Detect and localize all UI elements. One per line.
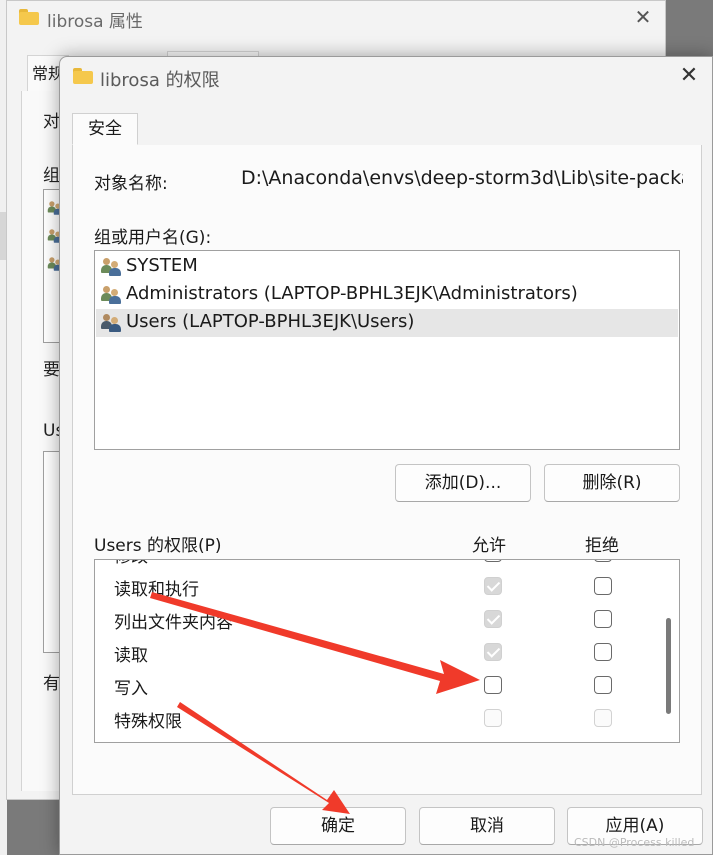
- deny-checkbox: [594, 709, 612, 727]
- group-label: 组或用户名(G):: [94, 228, 212, 248]
- allow-checkbox[interactable]: [484, 610, 502, 628]
- permission-name: 特殊权限: [114, 712, 182, 732]
- list-item-selected[interactable]: Users (LAPTOP-BPHL3EJK\Users): [96, 309, 678, 337]
- remove-button[interactable]: 删除(R): [544, 464, 680, 502]
- close-icon[interactable]: ✕: [678, 64, 700, 88]
- permission-name: 列出文件夹内容: [114, 613, 233, 633]
- user-list[interactable]: SYSTEM Administrators (LAPTOP-BPHL3EJK\A…: [94, 250, 680, 450]
- properties-title: librosa 属性: [47, 12, 143, 32]
- allow-checkbox[interactable]: [484, 577, 502, 595]
- permission-name: 读取: [114, 646, 148, 666]
- permission-row: 读取和执行: [95, 571, 679, 604]
- allow-checkbox[interactable]: [484, 643, 502, 661]
- user-name: Users (LAPTOP-BPHL3EJK\Users): [126, 311, 415, 332]
- user-name: SYSTEM: [126, 255, 198, 276]
- permission-row: 读取: [95, 637, 679, 670]
- folder-icon: [73, 68, 93, 84]
- permission-name: 读取和执行: [114, 580, 199, 600]
- bg-object-label: 对: [43, 112, 60, 132]
- deny-checkbox[interactable]: [594, 577, 612, 595]
- tab-bar: 安全: [72, 113, 702, 146]
- security-panel: 对象名称: D:\Anaconda\envs\deep-storm3d\Lib\…: [72, 145, 702, 795]
- permission-name: 写入: [114, 679, 148, 699]
- folder-icon: [19, 9, 39, 25]
- list-item[interactable]: SYSTEM: [96, 253, 678, 281]
- scrollbar-thumb[interactable]: [666, 618, 671, 714]
- object-name-value: D:\Anaconda\envs\deep-storm3d\Lib\site-p…: [241, 167, 683, 189]
- user-group-icon: [101, 313, 123, 333]
- cancel-button[interactable]: 取消: [419, 807, 555, 845]
- bg-require-label: 要: [43, 360, 60, 380]
- allow-checkbox[interactable]: [484, 676, 502, 694]
- add-button[interactable]: 添加(D)...: [395, 464, 531, 502]
- permission-row: 列出文件夹内容: [95, 604, 679, 637]
- permission-row: 写入: [95, 670, 679, 703]
- permission-name: 修改: [114, 560, 148, 567]
- ok-button[interactable]: 确定: [270, 807, 406, 845]
- permission-row: 特殊权限: [95, 703, 679, 736]
- deny-header: 拒绝: [585, 536, 619, 556]
- deny-checkbox[interactable]: [594, 610, 612, 628]
- properties-close-icon[interactable]: ✕: [632, 6, 654, 28]
- bg-group-label: 组: [43, 166, 60, 186]
- properties-titlebar: librosa 属性 ✕: [7, 1, 665, 35]
- list-item[interactable]: Administrators (LAPTOP-BPHL3EJK\Administ…: [96, 281, 678, 309]
- deny-checkbox[interactable]: [594, 643, 612, 661]
- allow-header: 允许: [472, 536, 506, 556]
- user-group-icon: [101, 257, 123, 277]
- tab-security[interactable]: 安全: [72, 113, 138, 145]
- watermark: CSDN @Process killed: [574, 836, 695, 849]
- deny-checkbox[interactable]: [594, 560, 612, 562]
- dialog-title: librosa 的权限: [100, 70, 220, 91]
- bg-has-label: 有: [43, 674, 60, 694]
- deny-checkbox[interactable]: [594, 676, 612, 694]
- permissions-header: Users 的权限(P): [94, 536, 222, 556]
- permissions-list: 修改 读取和执行 列出文件夹内容 读取 写入: [94, 559, 680, 743]
- permission-row: 修改: [95, 560, 679, 571]
- user-name: Administrators (LAPTOP-BPHL3EJK\Administ…: [126, 283, 578, 304]
- permissions-dialog: librosa 的权限 ✕ 安全 对象名称: D:\Anaconda\envs\…: [59, 56, 713, 855]
- scrollbar[interactable]: [661, 560, 677, 742]
- allow-checkbox[interactable]: [484, 560, 502, 562]
- object-name-label: 对象名称:: [94, 174, 168, 194]
- user-group-icon: [101, 285, 123, 305]
- allow-checkbox: [484, 709, 502, 727]
